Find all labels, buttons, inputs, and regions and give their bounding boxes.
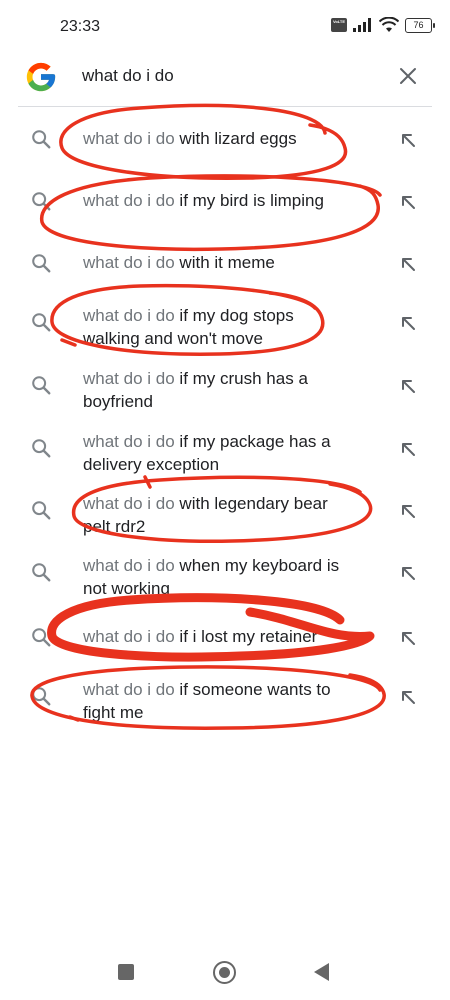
suggestion-query-prefix: what do i do — [83, 556, 175, 575]
suggestion-query-prefix: what do i do — [83, 306, 175, 325]
suggestion-text: what do i do with legendary bear pelt rdr… — [83, 492, 383, 538]
suggestion-text: what do i do with it meme — [83, 251, 383, 274]
suggestion-text: what do i do with lizard eggs — [83, 127, 383, 150]
suggestion-text: what do i do if someone wants to fight me — [83, 678, 383, 724]
search-header: what do i do — [0, 56, 450, 108]
signal-icon — [353, 18, 371, 32]
suggestion-completion: if i lost my retainer — [174, 627, 318, 646]
search-icon — [32, 501, 51, 520]
fill-query-arrow-icon[interactable] — [399, 193, 417, 211]
fill-query-arrow-icon[interactable] — [399, 502, 417, 520]
back-button[interactable] — [314, 963, 329, 981]
close-icon[interactable] — [398, 66, 418, 86]
suggestion-text: what do i do if my dog stops walking and … — [83, 304, 383, 350]
suggestion-completion: if my crush has a — [174, 369, 308, 388]
fill-query-arrow-icon[interactable] — [399, 688, 417, 706]
suggestion-item[interactable]: what do i do with lizard eggs — [0, 108, 450, 170]
fill-query-arrow-icon[interactable] — [399, 377, 417, 395]
search-icon — [32, 192, 51, 211]
suggestion-completion-line2: pelt rdr2 — [83, 517, 146, 536]
suggestion-completion-line2: boyfriend — [83, 392, 153, 411]
fill-query-arrow-icon[interactable] — [399, 131, 417, 149]
fill-query-arrow-icon[interactable] — [399, 255, 417, 273]
status-time: 23:33 — [60, 18, 101, 35]
suggestion-item[interactable]: what do i do if someone wants to fight me — [0, 668, 450, 730]
search-icon — [32, 254, 51, 273]
suggestion-text: what do i do if my bird is limping — [83, 189, 383, 212]
search-icon — [32, 563, 51, 582]
suggestion-query-prefix: what do i do — [83, 253, 175, 272]
suggestion-completion-line2: walking and won't move — [83, 329, 263, 348]
suggestion-query-prefix: what do i do — [83, 494, 175, 513]
suggestion-text: what do i do if my crush has a boyfriend — [83, 367, 383, 413]
suggestion-item[interactable]: what do i do when my keyboard is not work… — [0, 544, 450, 606]
search-icon — [32, 687, 51, 706]
suggestion-completion: with lizard eggs — [174, 129, 297, 148]
suggestion-query-prefix: what do i do — [83, 627, 175, 646]
suggestion-text: what do i do if my package has a delivery… — [83, 430, 383, 476]
suggestion-query-prefix: what do i do — [83, 191, 175, 210]
suggestion-completion: if someone wants to — [174, 680, 331, 699]
search-icon — [32, 313, 51, 332]
suggestion-completion: with it meme — [174, 253, 275, 272]
fill-query-arrow-icon[interactable] — [399, 314, 417, 332]
suggestion-item[interactable]: what do i do if my bird is limping — [0, 170, 450, 232]
battery-icon: 76 — [405, 17, 435, 33]
fill-query-arrow-icon[interactable] — [399, 564, 417, 582]
home-button[interactable] — [213, 961, 236, 984]
suggestion-completion-line2: not working — [83, 579, 170, 598]
suggestion-completion: if my dog stops — [174, 306, 294, 325]
search-icon — [32, 439, 51, 458]
status-bar: 23:33 VoLTE 76 — [0, 0, 450, 56]
system-nav-bar — [0, 940, 450, 1000]
fill-query-arrow-icon[interactable] — [399, 440, 417, 458]
suggestion-query-prefix: what do i do — [83, 129, 175, 148]
status-icons: VoLTE 76 — [331, 17, 435, 33]
volte-icon: VoLTE — [331, 18, 347, 32]
suggestion-completion: if my package has a — [174, 432, 331, 451]
suggestion-completion-line2: fight me — [83, 703, 144, 722]
suggestion-completion-line2: delivery exception — [83, 455, 220, 474]
suggestion-item[interactable]: what do i do if i lost my retainer — [0, 606, 450, 668]
suggestion-item[interactable]: what do i do if my package has a delivery… — [0, 420, 450, 482]
suggestion-text: what do i do when my keyboard is not work… — [83, 554, 383, 600]
fill-query-arrow-icon[interactable] — [399, 629, 417, 647]
suggestion-item[interactable]: what do i do if my crush has a boyfriend — [0, 357, 450, 419]
search-icon — [32, 376, 51, 395]
suggestion-completion: if my bird is limping — [174, 191, 324, 210]
search-input[interactable]: what do i do — [82, 66, 174, 86]
suggestion-text: what do i do if i lost my retainer — [83, 625, 383, 648]
suggestion-completion: with legendary bear — [174, 494, 328, 513]
suggestion-item[interactable]: what do i do with legendary bear pelt rdr… — [0, 482, 450, 544]
recents-button[interactable] — [118, 964, 134, 980]
suggestion-item[interactable]: what do i do if my dog stops walking and … — [0, 294, 450, 356]
search-icon — [32, 628, 51, 647]
suggestion-query-prefix: what do i do — [83, 680, 175, 699]
suggestion-query-prefix: what do i do — [83, 369, 175, 388]
wifi-icon — [379, 17, 399, 32]
suggestion-item[interactable]: what do i do with it meme — [0, 232, 450, 294]
suggestion-query-prefix: what do i do — [83, 432, 175, 451]
divider — [18, 106, 432, 107]
google-g-logo-icon — [26, 62, 56, 92]
search-icon — [32, 130, 51, 149]
suggestion-completion: when my keyboard is — [174, 556, 340, 575]
